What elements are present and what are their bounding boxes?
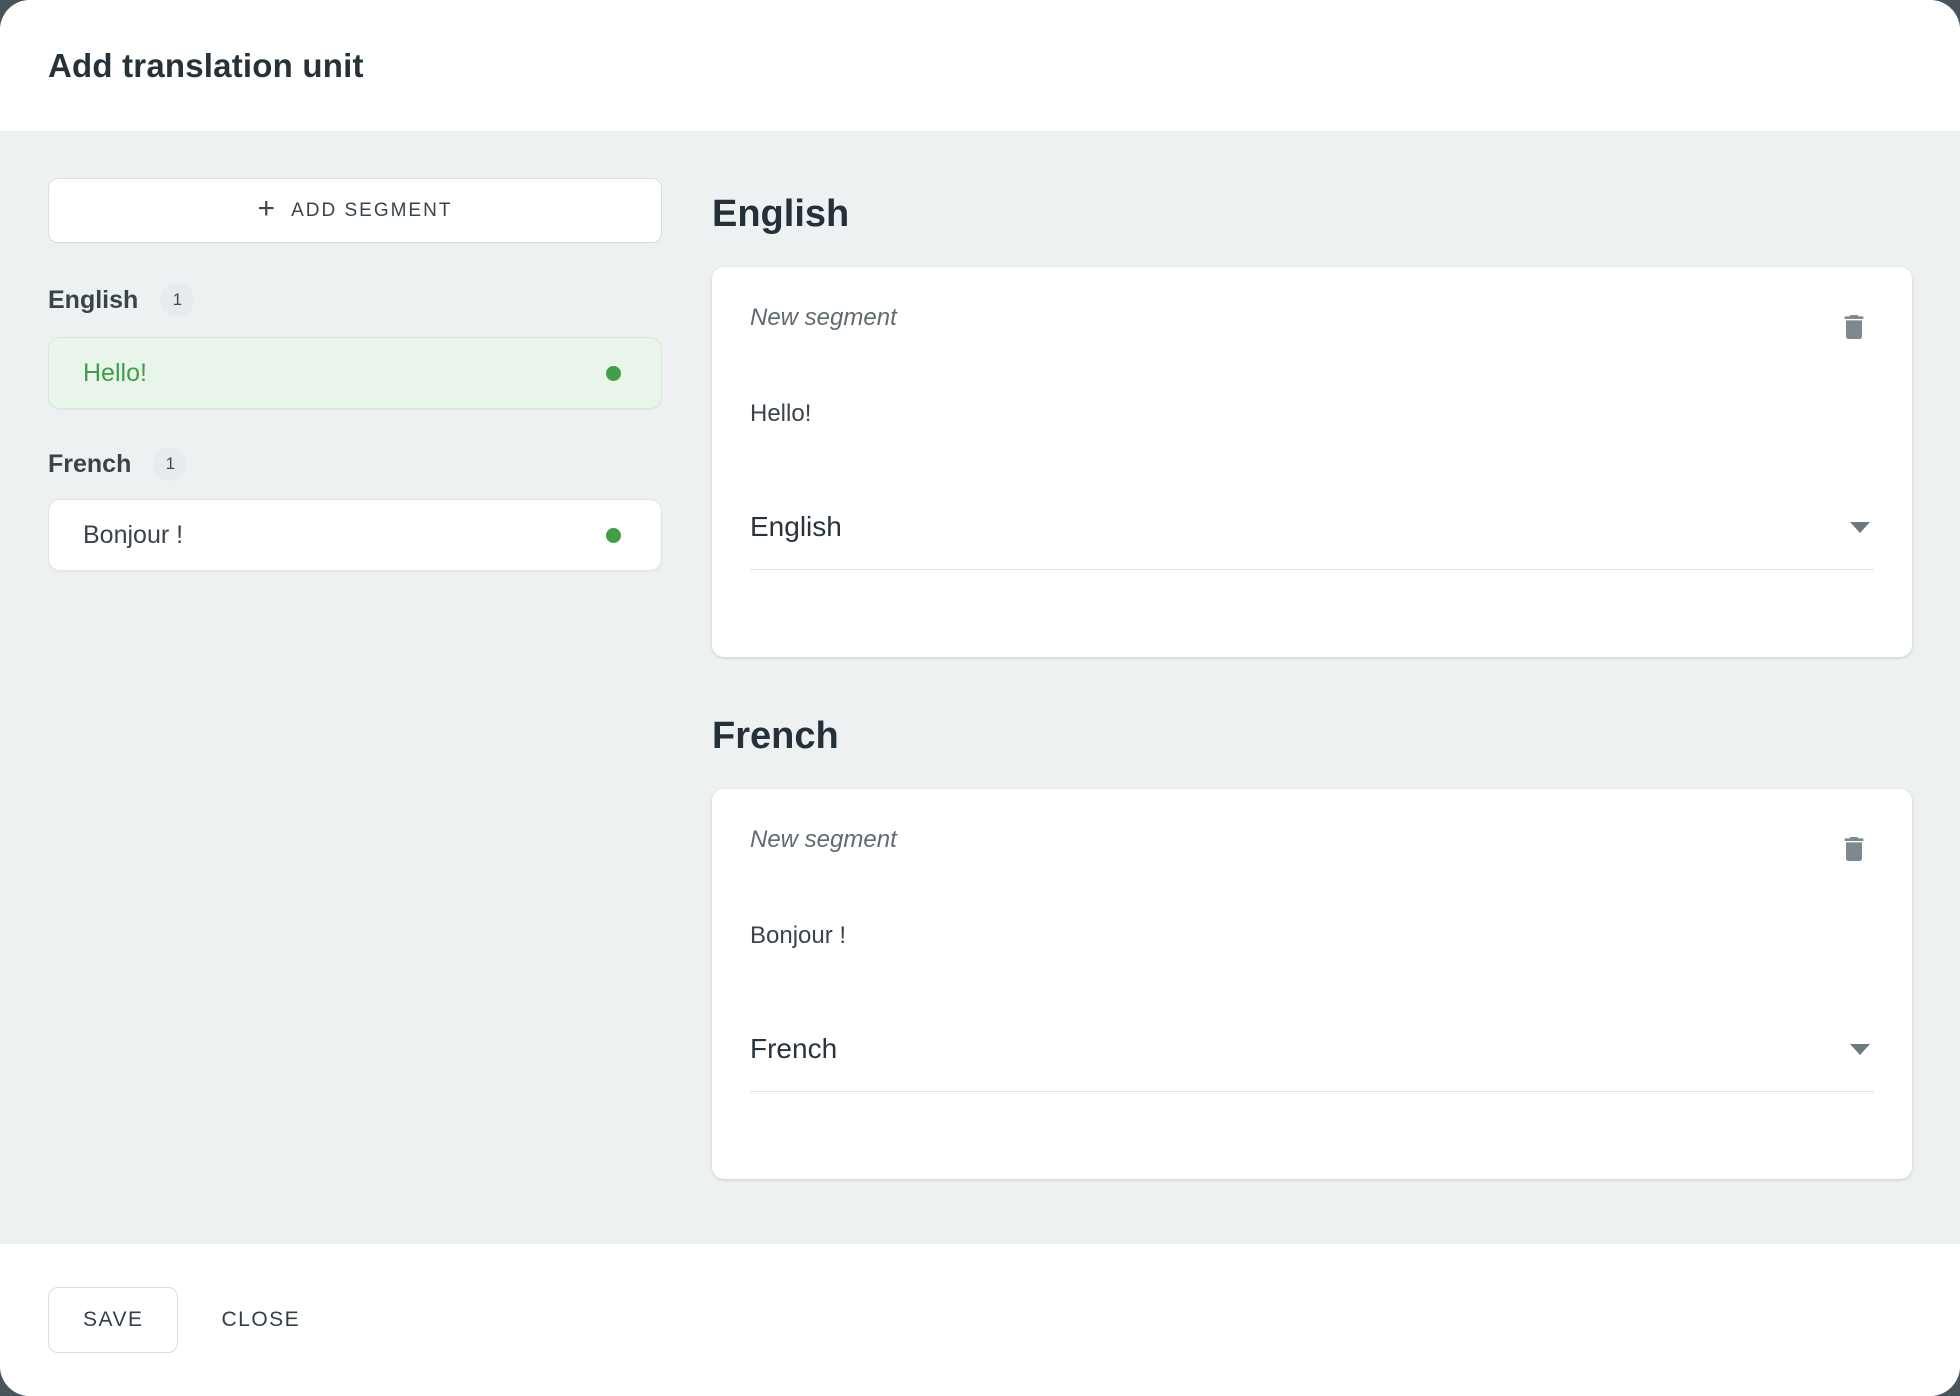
dialog-header: Add translation unit — [0, 0, 1960, 131]
locale-select-value: French — [750, 1033, 837, 1065]
select-underline — [750, 569, 1874, 570]
language-row-french: French 1 — [48, 447, 662, 481]
trash-icon — [1838, 833, 1874, 865]
new-segment-label: New segment — [750, 825, 897, 855]
dialog-title: Add translation unit — [48, 47, 364, 85]
locale-select-english[interactable]: English — [750, 509, 1874, 545]
locale-select-french[interactable]: French — [750, 1031, 1874, 1067]
status-dot-icon — [606, 366, 621, 381]
new-segment-label: New segment — [750, 303, 897, 333]
plus-icon: + — [258, 194, 276, 224]
locale-select-value: English — [750, 511, 842, 543]
segment-chip-french[interactable]: Bonjour ! — [48, 499, 662, 571]
segment-list-panel: + ADD SEGMENT English 1 Hello! French 1 … — [48, 131, 662, 1244]
language-name: English — [48, 286, 138, 315]
editor-card-top-row: New segment — [750, 825, 1874, 859]
save-button[interactable]: SAVE — [48, 1287, 178, 1353]
segment-count-badge: 1 — [153, 447, 187, 481]
close-button[interactable]: CLOSE — [215, 1298, 306, 1342]
delete-segment-button[interactable] — [1838, 307, 1874, 347]
language-row-english: English 1 — [48, 283, 662, 317]
dropdown-arrow-icon — [1850, 1044, 1870, 1055]
dialog-body: + ADD SEGMENT English 1 Hello! French 1 … — [0, 131, 1960, 1244]
segment-text-field[interactable]: Bonjour ! — [750, 921, 1874, 951]
language-name: French — [48, 450, 131, 479]
editor-card-top-row: New segment — [750, 303, 1874, 337]
segment-chip-text: Hello! — [83, 359, 147, 388]
segment-chip-english[interactable]: Hello! — [48, 337, 662, 409]
editor-card-english: New segment Hello! English — [712, 267, 1912, 657]
select-underline — [750, 1091, 1874, 1092]
dropdown-arrow-icon — [1850, 522, 1870, 533]
add-translation-unit-dialog: Add translation unit + ADD SEGMENT Engli… — [0, 0, 1960, 1396]
editor-heading-french: French — [712, 712, 1912, 760]
segment-text-field[interactable]: Hello! — [750, 399, 1874, 429]
status-dot-icon — [606, 528, 621, 543]
editor-heading-english: English — [712, 190, 1912, 238]
add-segment-label: ADD SEGMENT — [291, 200, 452, 222]
add-segment-button[interactable]: + ADD SEGMENT — [48, 178, 662, 243]
trash-icon — [1838, 311, 1874, 343]
dialog-footer: SAVE CLOSE — [0, 1244, 1960, 1396]
editor-card-french: New segment Bonjour ! French — [712, 789, 1912, 1179]
segment-count-badge: 1 — [160, 283, 194, 317]
delete-segment-button[interactable] — [1838, 829, 1874, 869]
segment-chip-text: Bonjour ! — [83, 521, 183, 550]
segment-editor-panel: English New segment Hello! English — [712, 131, 1912, 1244]
